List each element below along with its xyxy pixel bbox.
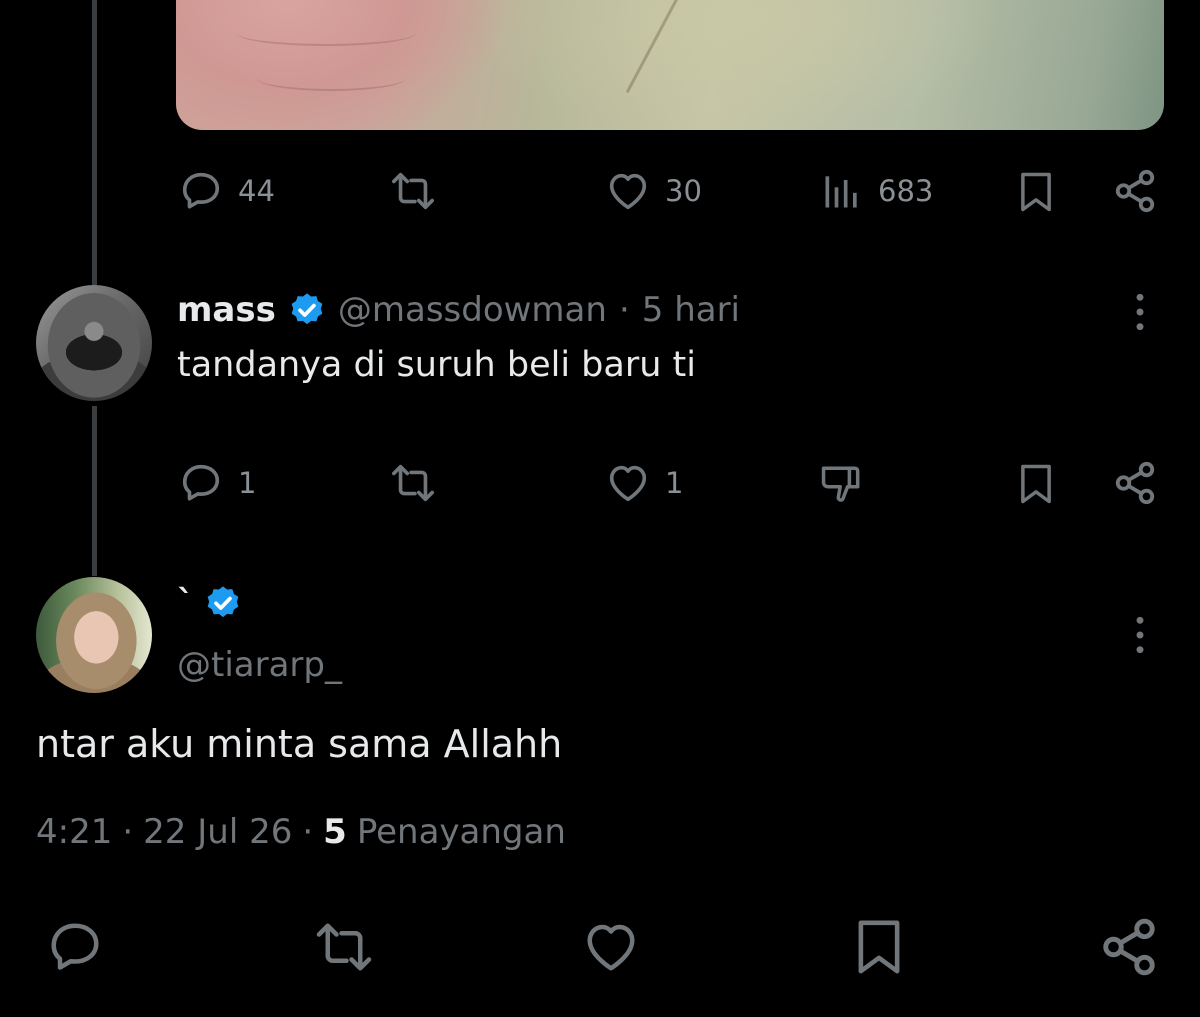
bookmark-button[interactable]	[1015, 168, 1057, 216]
share-icon	[1115, 461, 1155, 505]
display-name[interactable]: mass	[177, 290, 276, 330]
bookmark-button[interactable]	[850, 915, 908, 979]
more-vertical-icon	[1136, 293, 1144, 331]
reply-text: tandanya di suruh beli baru ti	[177, 345, 696, 385]
repost-button[interactable]	[310, 917, 378, 977]
heart-icon	[609, 465, 647, 502]
reply-button[interactable]: 44	[178, 168, 275, 214]
share-icon	[1103, 918, 1155, 976]
share-icon	[1115, 169, 1155, 213]
username[interactable]: @massdowman	[338, 290, 607, 330]
reply-count: 1	[238, 466, 257, 500]
like-button[interactable]: 1	[605, 460, 683, 506]
like-count: 30	[665, 174, 702, 208]
separator-dot: ·	[618, 290, 630, 330]
more-vertical-icon	[1136, 616, 1144, 654]
avatar-mass[interactable]	[36, 285, 152, 401]
like-button[interactable]	[580, 917, 642, 977]
views-count[interactable]: 5	[323, 812, 347, 852]
reply-button[interactable]: 1	[178, 460, 256, 506]
verified-badge-icon	[207, 586, 239, 618]
bookmark-icon	[1021, 172, 1051, 212]
repost-icon	[392, 464, 434, 502]
separator-dot: ·	[302, 812, 314, 852]
reply-header-mass: mass @massdowman · 5 hari	[177, 290, 740, 330]
share-button[interactable]	[1112, 168, 1158, 214]
tweet-meta: 4:21 · 22 Jul 26 · 5 Penayangan	[36, 812, 566, 852]
more-options-button[interactable]	[1126, 615, 1154, 659]
repost-icon	[392, 172, 434, 210]
reply-icon	[51, 923, 99, 970]
tweet-date: 22 Jul 26	[143, 812, 293, 852]
repost-button[interactable]	[388, 460, 438, 506]
post-media-image[interactable]	[176, 0, 1164, 130]
dislike-icon	[821, 466, 860, 502]
thread-connector-mid	[92, 406, 97, 576]
bookmark-button[interactable]	[1015, 460, 1057, 508]
views-count: 683	[878, 174, 934, 208]
bookmark-icon	[1021, 464, 1051, 504]
reply-icon	[182, 464, 220, 501]
heart-icon	[587, 924, 635, 971]
verified-badge-icon	[291, 293, 323, 325]
reply-time[interactable]: 5 hari	[642, 290, 740, 330]
like-count: 1	[665, 466, 684, 500]
repost-button[interactable]	[388, 168, 438, 214]
more-options-button[interactable]	[1126, 292, 1154, 336]
views-icon	[825, 176, 857, 208]
separator-dot: ·	[122, 812, 134, 852]
heart-icon	[609, 173, 647, 210]
repost-icon	[316, 923, 372, 971]
tweet-time: 4:21	[36, 812, 113, 852]
avatar-tiararp[interactable]	[36, 577, 152, 693]
views-label[interactable]: Penayangan	[357, 812, 566, 852]
display-name[interactable]: `	[177, 583, 194, 623]
focused-tweet-header: `	[177, 583, 242, 623]
share-button[interactable]	[1098, 915, 1160, 979]
share-button[interactable]	[1112, 460, 1158, 506]
reply-icon	[182, 172, 220, 209]
tweet-text: ntar aku minta sama Allahh	[36, 722, 563, 766]
thread-connector-top	[92, 0, 97, 285]
reply-count: 44	[238, 174, 275, 208]
bookmark-icon	[858, 920, 900, 974]
like-button[interactable]: 30	[605, 168, 702, 214]
dislike-button[interactable]	[818, 460, 866, 506]
views-button[interactable]: 683	[820, 168, 933, 214]
reply-button[interactable]	[44, 917, 106, 977]
username[interactable]: @tiararp_	[177, 645, 342, 685]
